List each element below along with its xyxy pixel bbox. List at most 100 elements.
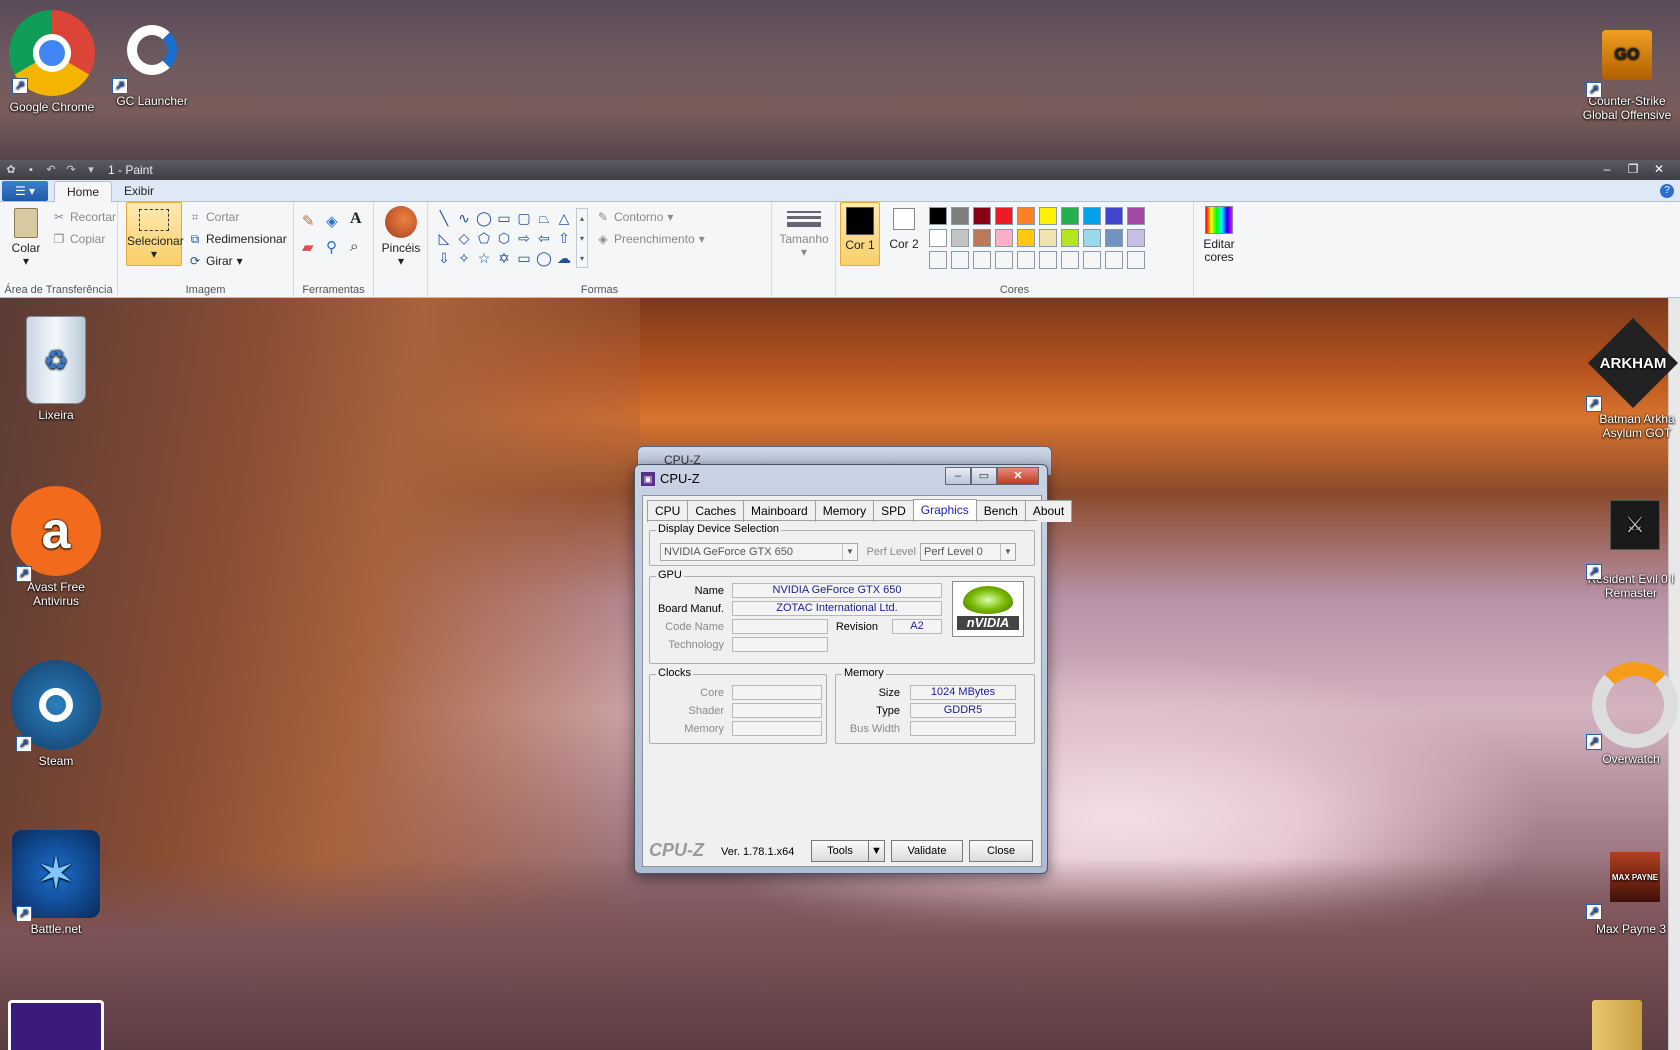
palette-color-swatch[interactable] [995,251,1013,269]
close-button[interactable]: Close [969,840,1033,862]
rotate-button[interactable]: ⟳ Girar ▾ [188,254,243,268]
crop-button[interactable]: ⌗ Cortar [188,210,240,224]
callout-rect-icon[interactable]: ▭ [514,248,534,268]
fill-button[interactable]: ◈ Preenchimento ▾ [596,232,704,246]
restore-button[interactable]: ❐ [1622,160,1644,178]
callout-cloud-icon[interactable]: ☁ [554,248,574,268]
palette-color-swatch[interactable] [1061,229,1079,247]
palette-color-swatch[interactable] [1127,251,1145,269]
paint-menu-button[interactable]: ☰ ▾ [2,181,48,201]
tab-caches[interactable]: Caches [687,500,745,522]
size-button[interactable]: Tamanho ▾ [778,208,830,259]
six-point-star-icon[interactable]: ✡ [494,248,514,268]
customize-qat-icon[interactable]: ▾ [84,163,98,177]
desktop-icon-avast[interactable]: a ↗ Avast Free Antivirus [8,486,104,608]
right-arrow-shape-icon[interactable]: ⇨ [514,228,534,248]
tab-mainboard[interactable]: Mainboard [743,500,816,522]
minimize-button[interactable]: – [1596,160,1618,178]
undo-icon[interactable]: ↶ [44,163,58,177]
resize-button[interactable]: ⧉ Redimensionar [188,232,287,246]
tab-graphics[interactable]: Graphics [912,499,977,521]
line-shape-icon[interactable]: ╲ [434,208,454,228]
hexagon-shape-icon[interactable]: ⬡ [494,228,514,248]
fill-bucket-icon[interactable]: ◈ [326,212,338,230]
tab-home[interactable]: Home [54,181,113,202]
palette-color-swatch[interactable] [1017,251,1035,269]
palette-color-swatch[interactable] [1083,229,1101,247]
oval-shape-icon[interactable]: ◯ [474,208,494,228]
desktop-icon-batman[interactable]: ARKHAM ↗ Batman Arkha Asylum GOT [1582,318,1680,440]
tab-bench[interactable]: Bench [975,500,1026,522]
tab-memory[interactable]: Memory [814,500,875,522]
rectangle-shape-icon[interactable]: ▭ [494,208,514,228]
palette-color-swatch[interactable] [1105,207,1123,225]
palette-color-swatch[interactable] [929,207,947,225]
validate-button[interactable]: Validate [891,840,963,862]
desktop-icon-max-payne[interactable]: MAX PAYNE ↗ Max Payne 3 [1582,852,1680,936]
brushes-button[interactable]: Pincéis ▾ [378,206,424,268]
perf-level-select[interactable]: Perf Level 0 ▼ [920,543,1016,561]
color1-button[interactable]: Cor 1 [840,202,880,266]
select-button[interactable]: Selecionar ▾ [126,202,184,266]
color-palette[interactable] [928,206,1148,272]
palette-color-swatch[interactable] [1061,207,1079,225]
down-arrow-shape-icon[interactable]: ⇩ [434,248,454,268]
callout-oval-icon[interactable]: ◯ [534,248,554,268]
folder-icon[interactable] [1592,1000,1642,1050]
cpuz-minimize-button[interactable]: – [945,467,971,485]
desktop-icon-resident-evil[interactable]: ⚔ ↗ Resident Evil 0 I Remaster [1582,500,1680,600]
palette-color-swatch[interactable] [929,251,947,269]
redo-icon[interactable]: ↷ [64,163,78,177]
right-triangle-shape-icon[interactable]: ◺ [434,228,454,248]
desktop-icon-overwatch[interactable]: ↗ Overwatch [1582,662,1680,766]
magnifier-icon[interactable]: ⌕ [350,238,358,255]
text-tool-icon[interactable]: A [350,210,362,228]
device-select[interactable]: NVIDIA GeForce GTX 650 ▼ [660,543,858,561]
paste-button[interactable]: Colar ▾ [6,208,46,268]
palette-color-swatch[interactable] [973,207,991,225]
palette-color-swatch[interactable] [1105,251,1123,269]
diamond-shape-icon[interactable]: ◇ [454,228,474,248]
palette-color-swatch[interactable] [1017,229,1035,247]
palette-color-swatch[interactable] [1083,251,1101,269]
palette-color-swatch[interactable] [1061,251,1079,269]
cpuz-desktop-icon[interactable] [8,1000,104,1050]
palette-color-swatch[interactable] [1127,229,1145,247]
palette-color-swatch[interactable] [1083,207,1101,225]
palette-color-swatch[interactable] [1017,207,1035,225]
cut-button[interactable]: ✂ Recortar [52,210,116,224]
palette-color-swatch[interactable] [973,229,991,247]
desktop-icon-recycle-bin[interactable]: ♻ Lixeira [8,316,104,422]
cpuz-close-x-button[interactable]: ✕ [997,467,1039,485]
palette-color-swatch[interactable] [1105,229,1123,247]
tools-button[interactable]: Tools [811,840,869,862]
five-point-star-icon[interactable]: ☆ [474,248,494,268]
palette-color-swatch[interactable] [973,251,991,269]
edit-colors-button[interactable]: Editar cores [1198,206,1240,264]
four-point-star-icon[interactable]: ✧ [454,248,474,268]
palette-color-swatch[interactable] [1039,207,1057,225]
desktop-icon-csgo[interactable]: GO ↗ Counter-Strike Global Offensive [1578,10,1676,122]
desktop-icon-gc-launcher[interactable]: ↗ GC Launcher [104,10,200,108]
tab-about[interactable]: About [1024,500,1073,522]
palette-color-swatch[interactable] [951,207,969,225]
rounded-rect-shape-icon[interactable]: ▢ [514,208,534,228]
desktop-icon-steam[interactable]: ↗ Steam [8,660,104,768]
eraser-icon[interactable]: ▰ [302,238,314,256]
palette-color-swatch[interactable] [1039,251,1057,269]
palette-color-swatch[interactable] [929,229,947,247]
cpuz-maximize-button[interactable]: ▭ [971,467,997,485]
save-icon[interactable]: ▪ [24,163,38,177]
tab-cpu[interactable]: CPU [647,500,689,522]
tools-dropdown-arrow-icon[interactable]: ▼ [869,840,885,862]
palette-color-swatch[interactable] [995,207,1013,225]
tab-view[interactable]: Exibir [112,181,166,201]
shapes-scroll[interactable]: ▴ ▾ ▾ [576,208,588,268]
outline-button[interactable]: ✎ Contorno ▾ [596,210,673,224]
up-arrow-shape-icon[interactable]: ⇧ [554,228,574,248]
desktop-icon-battlenet[interactable]: ✶ ↗ Battle.net [8,830,104,936]
pentagon-shape-icon[interactable]: ⬠ [474,228,494,248]
palette-color-swatch[interactable] [951,251,969,269]
polygon-shape-icon[interactable]: ⏢ [534,208,554,228]
help-icon[interactable]: ? [1660,184,1674,198]
